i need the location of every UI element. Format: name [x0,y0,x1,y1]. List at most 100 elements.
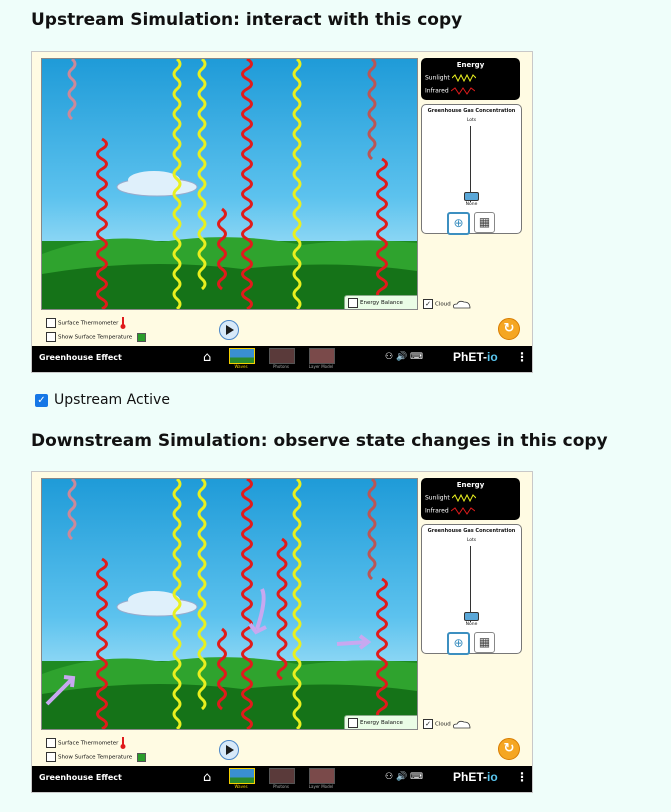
cloud-icon [453,720,471,728]
screen-layer-model-icon[interactable] [309,768,335,784]
cloud-checkbox[interactable]: ✓ [423,719,433,729]
cloud-toggle[interactable]: ✓ Cloud [420,719,472,729]
surface-thermometer-label: Surface Thermometer [58,740,119,747]
people-icon[interactable]: ⚇ [385,352,393,362]
energy-legend: Energy Sunlight Infrared [421,478,520,520]
screen-waves-label[interactable]: Waves [221,784,261,789]
surface-thermometer-toggle[interactable]: Surface Thermometer [43,317,126,329]
energy-balance-label: Energy Balance [360,300,403,306]
screen-photons-label[interactable]: Photons [261,364,301,369]
sim-title: Greenhouse Effect [39,353,122,362]
downstream-simulation[interactable]: Energy Balance Energy Sunlight Infrared … [31,471,533,793]
reset-all-button[interactable]: ↻ [498,738,520,760]
energy-balance-toggle[interactable]: Energy Balance [344,715,417,729]
screen-waves-icon[interactable] [229,348,255,364]
sunlight-legend-label: Sunlight [425,74,450,82]
calendar-icon[interactable]: ▦ [474,212,495,233]
screen-waves-label[interactable]: Waves [221,364,261,369]
scene-graphics [42,479,417,729]
energy-title: Energy [456,481,485,489]
keyboard-icon[interactable]: ⌨ [410,352,423,362]
phet-logo[interactable]: PhET-io [453,350,498,364]
surface-thermometer-toggle[interactable]: Surface Thermometer [43,737,126,749]
sim-scene[interactable]: Energy Balance [41,478,418,730]
sound-icon[interactable]: 🔊 [396,352,407,362]
navigation-bar: Greenhouse Effect ⌂ Waves Photons Layer … [32,766,532,792]
play-button[interactable] [219,320,239,340]
menu-dots-icon[interactable]: ⋮ [516,350,528,364]
concentration-slider-thumb[interactable] [464,192,479,201]
play-icon [226,325,234,335]
cloud-label: Cloud [435,721,451,728]
cloud-label: Cloud [435,301,451,308]
toolbar-icons: ⚇ 🔊 ⌨ [385,772,423,782]
sound-icon[interactable]: 🔊 [396,772,407,782]
screen-photons-icon[interactable] [269,768,295,784]
keyboard-icon[interactable]: ⌨ [410,772,423,782]
infrared-legend-label: Infrared [425,87,449,95]
scene-graphics [42,59,417,309]
reset-all-button[interactable]: ↻ [498,318,520,340]
upstream-simulation[interactable]: Energy Balance Energy Sunlight Infrared … [31,51,533,373]
concentration-slider-track[interactable] [470,546,471,622]
none-label: None [465,622,478,627]
surface-temperature-toggle[interactable]: Show Surface Temperature [43,332,146,342]
annotation-arrow [255,588,266,630]
infrared-wave [276,537,288,681]
energy-legend: Energy Sunlight Infrared [421,58,520,100]
screen-layer-model-label[interactable]: Layer Model [301,364,341,369]
screen-photons-label[interactable]: Photons [261,784,301,789]
lots-label: Lots [466,538,477,543]
cloud-checkbox[interactable]: ✓ [423,299,433,309]
surface-temperature-toggle[interactable]: Show Surface Temperature [43,752,146,762]
infrared-wave [367,59,377,161]
concentration-slider-track[interactable] [470,126,471,202]
energy-balance-toggle[interactable]: Energy Balance [344,295,417,309]
downstream-heading: Downstream Simulation: observe state cha… [31,431,608,451]
slider-mode-icon[interactable]: ⊕ [447,212,470,235]
surface-thermometer-checkbox[interactable] [46,738,56,748]
cloud [116,171,198,197]
sim-scene[interactable]: Energy Balance [41,58,418,310]
sunlight-wave-icon [451,73,476,83]
toolbar-icons: ⚇ 🔊 ⌨ [385,352,423,362]
cloud-icon [453,300,471,308]
sunlight-legend-label: Sunlight [425,494,450,502]
energy-balance-label: Energy Balance [360,720,403,726]
surface-temperature-checkbox[interactable] [46,332,56,342]
play-icon [226,745,234,755]
screen-layer-model-icon[interactable] [309,348,335,364]
lots-label: Lots [466,118,477,123]
cloud [116,591,198,617]
home-icon[interactable]: ⌂ [203,770,211,785]
screen-layer-model-label[interactable]: Layer Model [301,784,341,789]
upstream-active-toggle[interactable]: ✓ Upstream Active [35,392,170,408]
sunlight-wave-icon [451,493,476,503]
calendar-icon[interactable]: ▦ [474,632,495,653]
people-icon[interactable]: ⚇ [385,772,393,782]
infrared-wave [367,479,377,581]
thermometer-icon [120,737,126,749]
concentration-slider-thumb[interactable] [464,612,479,621]
thermometer-icon [120,317,126,329]
menu-dots-icon[interactable]: ⋮ [516,770,528,784]
cloud-toggle[interactable]: ✓ Cloud [420,299,472,309]
home-icon[interactable]: ⌂ [203,350,211,365]
temperature-swatch-icon [136,332,146,342]
none-label: None [465,202,478,207]
energy-balance-checkbox[interactable] [348,717,358,728]
screen-photons-icon[interactable] [269,348,295,364]
upstream-active-checkbox[interactable]: ✓ [35,393,48,407]
surface-temperature-checkbox[interactable] [46,752,56,762]
surface-thermometer-checkbox[interactable] [46,318,56,328]
screen-waves-icon[interactable] [229,768,255,784]
energy-title: Energy [456,61,485,69]
phet-logo[interactable]: PhET-io [453,770,498,784]
temperature-swatch-icon [136,752,146,762]
play-button[interactable] [219,740,239,760]
slider-mode-icon[interactable]: ⊕ [447,632,470,655]
gas-concentration-panel: Greenhouse Gas Concentration Lots None ⊕… [421,524,522,655]
gas-concentration-panel: Greenhouse Gas Concentration Lots None ⊕… [421,104,522,235]
upstream-heading: Upstream Simulation: interact with this … [31,10,463,30]
energy-balance-checkbox[interactable] [348,297,358,308]
